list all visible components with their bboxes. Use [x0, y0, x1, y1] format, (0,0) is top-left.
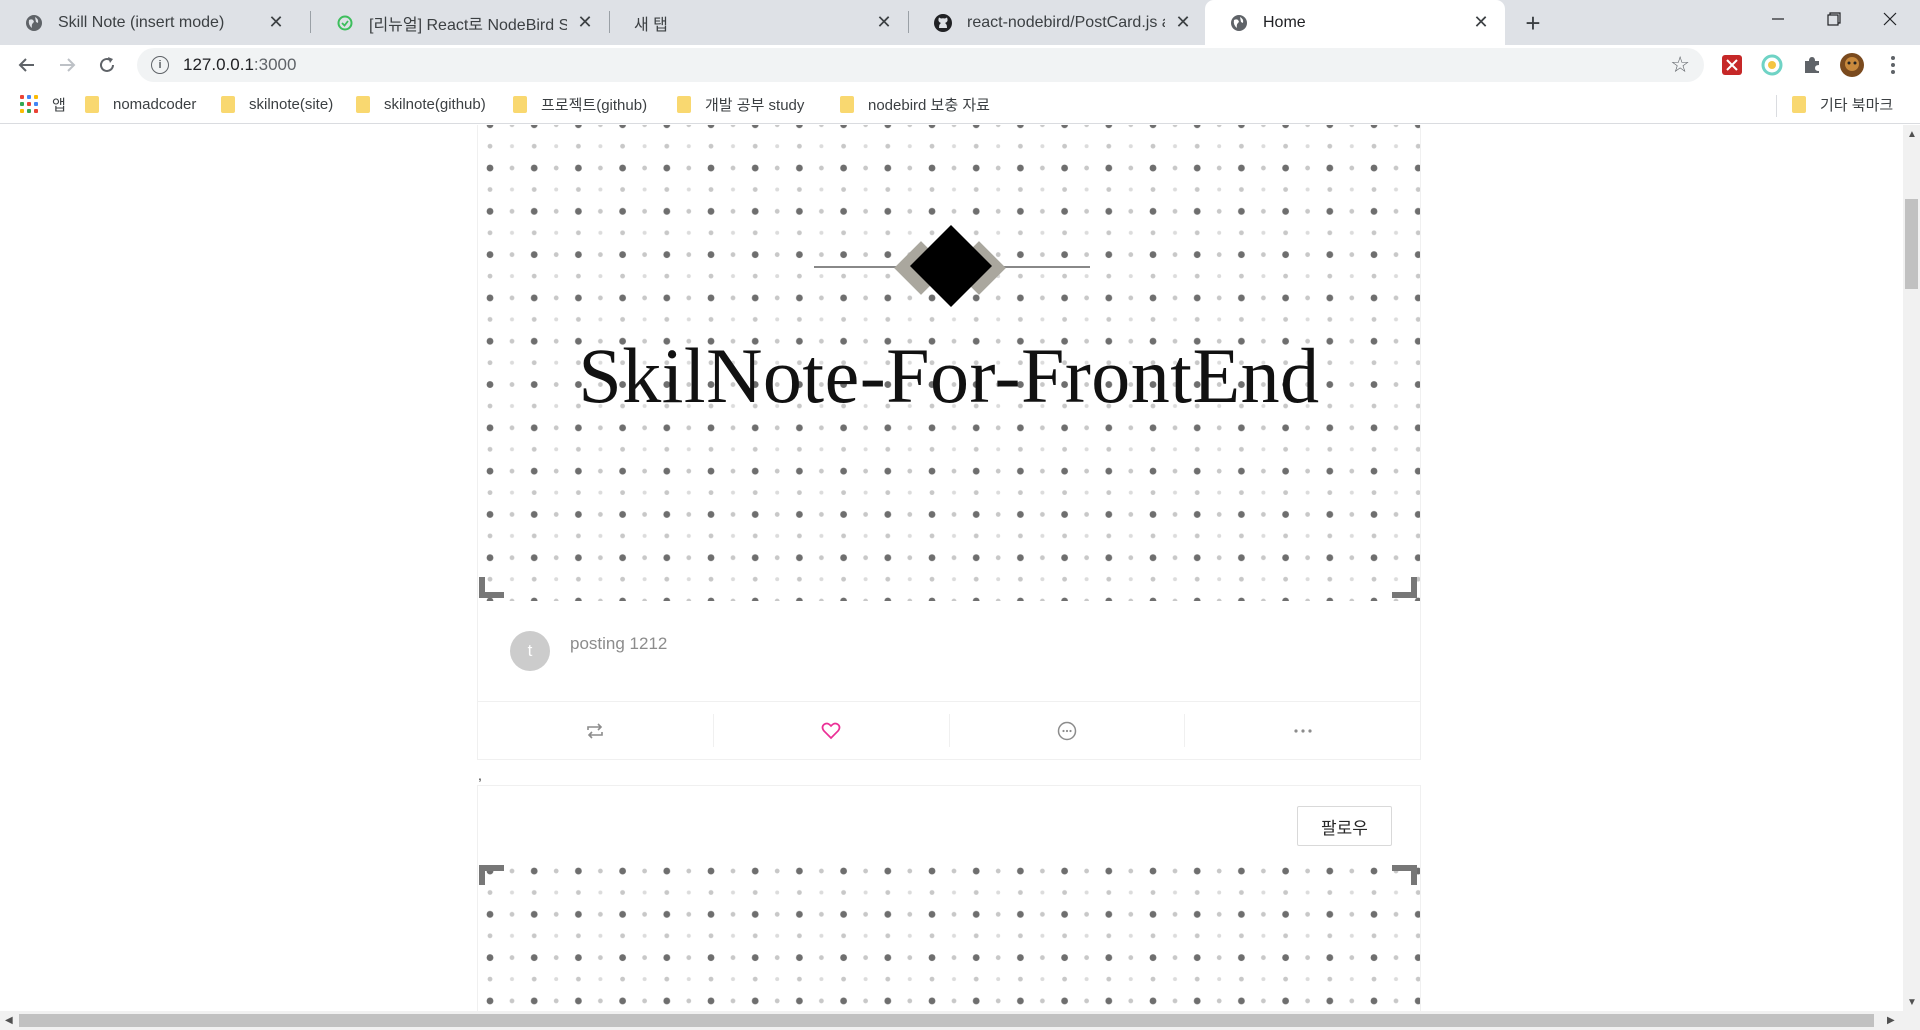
- bookmark-label: 개발 공부 study: [705, 96, 805, 114]
- heart-icon: [821, 722, 841, 739]
- horizontal-scroll-thumb[interactable]: [19, 1014, 1874, 1027]
- vertical-scrollbar[interactable]: ▲ ▼: [1903, 125, 1920, 1011]
- reload-button[interactable]: [91, 49, 123, 81]
- scroll-left-arrow-icon[interactable]: ◀: [5, 1015, 13, 1026]
- bookmark-apps[interactable]: 앱: [20, 93, 66, 115]
- folder-icon: [356, 95, 370, 113]
- tab-new-tab[interactable]: 새 탭 ✕: [610, 0, 908, 45]
- profile-avatar[interactable]: [1839, 52, 1865, 78]
- url-port: :3000: [253, 55, 297, 74]
- bookmark-folder[interactable]: nomadcoder: [85, 93, 196, 115]
- page-viewport: SkilNote-For-FrontEnd t posting 1212 , 팔…: [0, 125, 1903, 1011]
- bookmark-star-icon[interactable]: ☆: [1670, 52, 1690, 78]
- comment-button[interactable]: [950, 714, 1186, 747]
- bookmark-label: skilnote(github): [384, 95, 486, 113]
- back-button[interactable]: [11, 49, 43, 81]
- scroll-right-arrow-icon[interactable]: ▶: [1887, 1015, 1895, 1026]
- forward-button[interactable]: [51, 49, 83, 81]
- retweet-button[interactable]: [478, 714, 714, 747]
- scroll-up-arrow-icon[interactable]: ▲: [1907, 129, 1917, 140]
- minimize-button[interactable]: [1750, 0, 1806, 38]
- bookmark-folder[interactable]: 프로젝트(github): [513, 93, 647, 115]
- menu-kebab-icon[interactable]: [1880, 52, 1906, 78]
- close-icon[interactable]: ✕: [266, 12, 286, 33]
- bookmarks-bar: 앱 nomadcoder skilnote(site) skilnote(git…: [0, 85, 1920, 124]
- bookmark-label: nodebird 보충 자료: [868, 96, 990, 114]
- horizontal-scrollbar[interactable]: ◀ ▶: [0, 1011, 1920, 1030]
- retweet-icon: [587, 722, 604, 739]
- new-tab-button[interactable]: +: [1518, 8, 1548, 38]
- close-window-button[interactable]: [1862, 0, 1918, 38]
- tab-skill-note[interactable]: Skill Note (insert mode) ✕: [0, 0, 300, 45]
- post-cover-image: SkilNote-For-FrontEnd: [478, 125, 1420, 601]
- post-content: posting 1212: [570, 634, 668, 653]
- info-icon[interactable]: i: [151, 56, 169, 74]
- bookmark-label: skilnote(site): [249, 95, 334, 113]
- tab-home[interactable]: Home ✕: [1205, 0, 1505, 45]
- post-cover-image: [478, 865, 1420, 1011]
- bookmark-label: 기타 북마크: [1820, 96, 1894, 114]
- post-actions: [478, 701, 1420, 759]
- scroll-down-arrow-icon[interactable]: ▼: [1907, 997, 1917, 1008]
- url-host: 127.0.0.1: [183, 55, 254, 74]
- dot-pattern: [478, 865, 1420, 1011]
- message-icon: [1057, 721, 1077, 740]
- bookmark-folder[interactable]: skilnote(site): [221, 93, 333, 115]
- ellipsis-icon: [1294, 728, 1312, 733]
- browser-toolbar: i 127.0.0.1:3000 ☆: [0, 45, 1920, 85]
- tab-title: 새 탭: [634, 16, 668, 34]
- like-button[interactable]: [714, 714, 950, 747]
- tab-title: react-nodebird/PostCard.js at re: [967, 13, 1165, 31]
- close-icon[interactable]: ✕: [1471, 12, 1491, 33]
- folder-icon: [677, 95, 691, 113]
- folder-icon: [85, 95, 99, 113]
- github-icon: [933, 13, 953, 33]
- bookmark-other[interactable]: 기타 북마크: [1792, 93, 1893, 115]
- folder-icon: [1792, 95, 1806, 113]
- close-icon[interactable]: ✕: [874, 12, 894, 33]
- globe-icon: [1229, 13, 1249, 33]
- extension-red-icon[interactable]: [1719, 52, 1745, 78]
- globe-icon: [24, 13, 44, 33]
- extension-wheel-icon[interactable]: [1759, 52, 1785, 78]
- bookmark-folder[interactable]: 개발 공부 study: [677, 93, 804, 115]
- bookmark-label: nomadcoder: [113, 95, 197, 113]
- avatar[interactable]: t: [510, 631, 550, 671]
- more-button[interactable]: [1185, 714, 1420, 747]
- address-bar[interactable]: i 127.0.0.1:3000 ☆: [137, 48, 1704, 82]
- vertical-scroll-thumb[interactable]: [1905, 199, 1918, 289]
- bookmark-separator: [1776, 95, 1777, 117]
- post-meta: t posting 1212: [478, 601, 1420, 701]
- folder-icon: [221, 95, 235, 113]
- bookmark-label: 앱: [52, 96, 66, 114]
- bookmark-label: 프로젝트(github): [541, 96, 648, 114]
- tab-title: Home: [1263, 13, 1306, 31]
- folder-icon: [840, 95, 854, 113]
- folder-icon: [513, 95, 527, 113]
- tab-title: Skill Note (insert mode): [58, 13, 225, 31]
- inflearn-icon: [335, 13, 355, 33]
- tab-title: [리뉴얼] React로 NodeBird SNS: [369, 16, 567, 34]
- extensions-puzzle-icon[interactable]: [1799, 52, 1825, 78]
- cover-logo-text: SkilNote-For-FrontEnd: [578, 332, 1320, 419]
- close-icon[interactable]: ✕: [1173, 12, 1193, 33]
- restore-button[interactable]: [1806, 0, 1862, 38]
- follow-button[interactable]: 팔로우: [1297, 806, 1392, 846]
- close-icon[interactable]: ✕: [575, 12, 595, 33]
- tab-strip: Skill Note (insert mode) ✕ [리뉴얼] React로 …: [0, 0, 1920, 45]
- bookmark-folder[interactable]: nodebird 보충 자료: [840, 93, 990, 115]
- stray-text: ,: [478, 767, 482, 783]
- tab-inflearn[interactable]: [리뉴얼] React로 NodeBird SNS ✕: [311, 0, 609, 45]
- bookmark-folder[interactable]: skilnote(github): [356, 93, 486, 115]
- tab-github[interactable]: react-nodebird/PostCard.js at re ✕: [909, 0, 1207, 45]
- apps-grid-icon: [20, 95, 38, 113]
